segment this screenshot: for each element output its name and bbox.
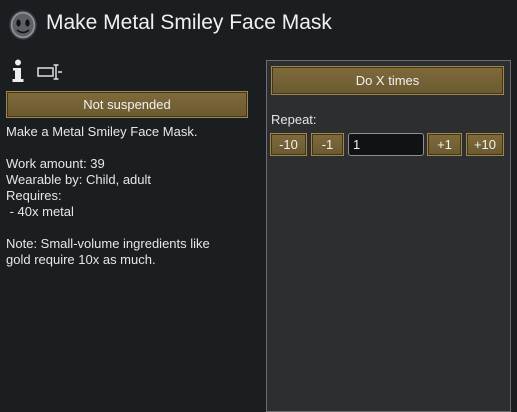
suspend-toggle-button[interactable]: Not suspended	[6, 91, 248, 118]
window-header: Make Metal Smiley Face Mask	[0, 0, 517, 50]
wearable-by-text: Wearable by: Child, adult	[6, 172, 152, 187]
increase-1-button[interactable]: +1	[427, 133, 462, 156]
rename-icon[interactable]	[37, 63, 63, 81]
work-amount-text: Work amount: 39	[6, 156, 105, 171]
repeat-label: Repeat:	[271, 112, 317, 127]
description-line	[6, 220, 261, 236]
repeat-count-input[interactable]	[348, 133, 424, 156]
repeat-panel: Do X times Repeat: -10 -1 +1 +10	[266, 60, 511, 412]
requires-label: Requires:	[6, 188, 62, 203]
note-text: Note: Small-volume ingredients like	[6, 236, 210, 251]
description-line	[6, 140, 261, 156]
decrease-1-button[interactable]: -1	[311, 133, 344, 156]
bill-description: Make a Metal Smiley Face Mask. Work amou…	[6, 124, 261, 268]
description-line: Make a Metal Smiley Face Mask.	[6, 124, 198, 139]
increase-10-button[interactable]: +10	[466, 133, 504, 156]
info-icon[interactable]	[10, 59, 26, 83]
decrease-10-button[interactable]: -10	[270, 133, 307, 156]
note-text: gold require 10x as much.	[6, 252, 156, 267]
ingredient-item: - 40x metal	[6, 204, 74, 219]
mask-icon	[9, 10, 37, 40]
page-title: Make Metal Smiley Face Mask	[46, 11, 332, 34]
repeat-mode-button[interactable]: Do X times	[271, 66, 504, 95]
